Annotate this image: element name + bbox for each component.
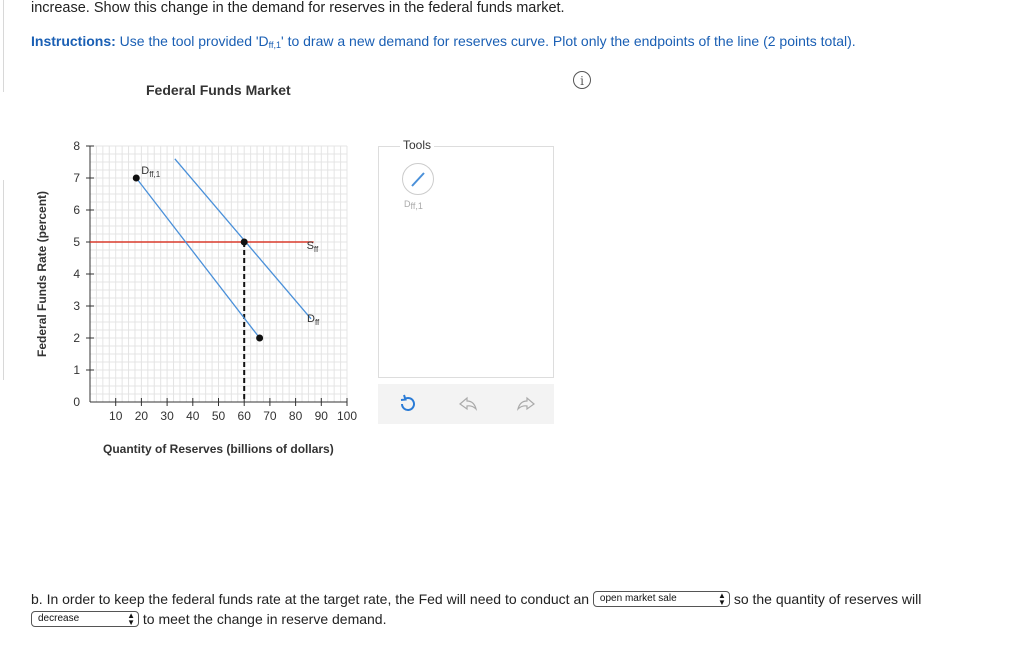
- grid-lines: [89, 145, 348, 403]
- x-tick-label: 70: [263, 409, 277, 423]
- x-tick-label: 10: [109, 409, 123, 423]
- direction-select-value: decrease: [38, 612, 80, 624]
- x-axis-label: Quantity of Reserves (billions of dollar…: [103, 442, 334, 456]
- operation-select[interactable]: open market sale ▲ ▼: [592, 590, 730, 607]
- part-b-text-3: to meet the change in reserve demand.: [142, 611, 387, 627]
- tools-label: Tools: [400, 138, 435, 152]
- reset-icon: [400, 394, 415, 411]
- operation-select-value: open market sale: [599, 592, 677, 604]
- redo-icon: [516, 396, 535, 411]
- tool-subscript: ff,1: [410, 201, 423, 211]
- y-tick-label: 8: [73, 139, 80, 153]
- x-tick-label: 40: [186, 409, 200, 423]
- line-tool-button[interactable]: [402, 163, 434, 195]
- x-tick-label: 30: [160, 409, 174, 423]
- y-tick-label: 0: [73, 395, 80, 409]
- x-tick-label: 100: [337, 409, 357, 423]
- info-icon[interactable]: i: [573, 71, 591, 89]
- select-arrows-icon: ▲ ▼: [127, 610, 135, 627]
- x-tick-label: 80: [289, 409, 303, 423]
- x-tick-label: 20: [135, 409, 149, 423]
- series-label: Dff,1: [141, 165, 160, 179]
- y-tick-label: 4: [73, 267, 80, 281]
- y-tick-label: 6: [73, 203, 80, 217]
- graph-toolbar: [378, 384, 554, 424]
- y-tick-label: 3: [73, 299, 80, 313]
- reserves-direction-select[interactable]: decrease ▲ ▼: [31, 610, 139, 627]
- line-draw-icon: [411, 172, 425, 187]
- federal-funds-chart[interactable]: 01234567810 20 30 40 50 60 70 80 90 100SffDffDff,…: [0, 0, 380, 440]
- redo-button[interactable]: [514, 392, 538, 416]
- y-tick-label: 2: [73, 331, 80, 345]
- undo-button[interactable]: [456, 392, 480, 416]
- undo-icon: [459, 396, 478, 411]
- equilibrium-point: [240, 238, 248, 246]
- x-tick-label: 90: [315, 409, 329, 423]
- line-tool-label: Dff,1: [404, 199, 423, 211]
- select-arrows-icon: ▲ ▼: [718, 590, 726, 607]
- x-tick-label: 50: [212, 409, 226, 423]
- y-tick-label: 1: [73, 363, 80, 377]
- part-b-text-1: b. In order to keep the federal funds ra…: [31, 591, 590, 607]
- part-b-text-2: so the quantity of reserves will: [733, 591, 922, 607]
- x-tick-label: 60: [238, 409, 252, 423]
- series-endpoint: [256, 334, 264, 342]
- part-b-question: b. In order to keep the federal funds ra…: [31, 589, 1021, 629]
- series-endpoint: [132, 174, 140, 182]
- y-tick-label: 7: [73, 171, 80, 185]
- series-label: Dff: [307, 313, 320, 327]
- y-tick-label: 5: [73, 235, 80, 249]
- reset-button[interactable]: [396, 392, 420, 416]
